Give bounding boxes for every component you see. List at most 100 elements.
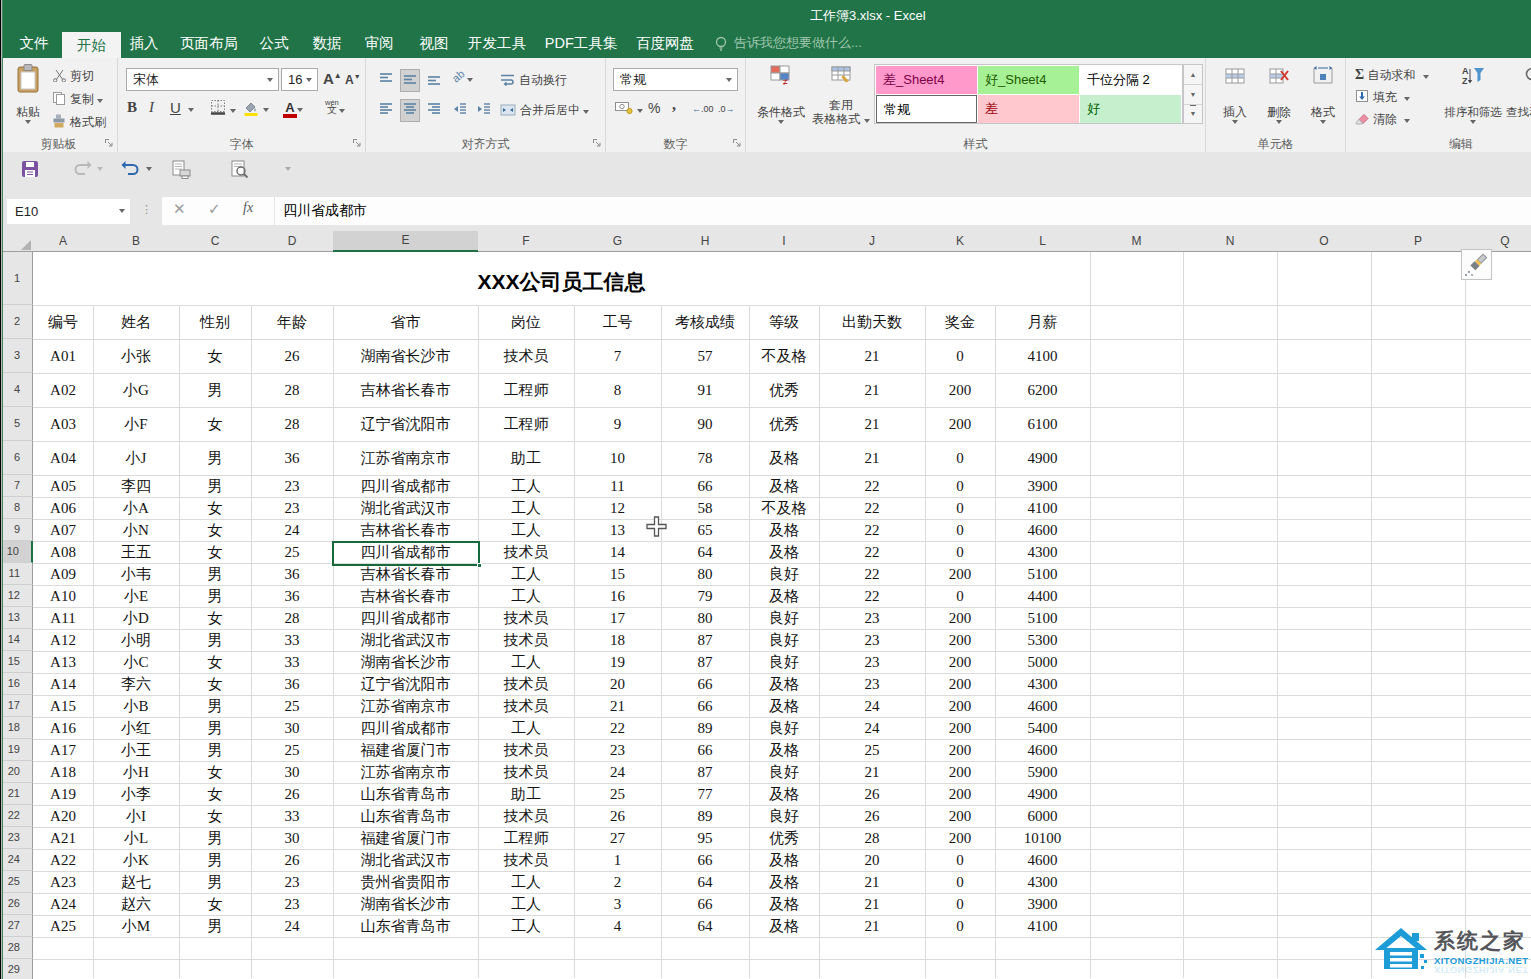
col-header-H[interactable]: H [661,231,749,252]
format-as-table-button[interactable]: 套用表格格式 [812,62,870,128]
header-cell-出勤天数[interactable]: 出勤天数 [819,305,925,339]
cell-E15[interactable]: 湖南省长沙市 [333,651,478,673]
cell-E27[interactable]: 山东省青岛市 [333,915,478,937]
cell-J24[interactable]: 20 [819,849,925,871]
delete-cells-button[interactable]: 删除 [1258,62,1300,128]
cell-L9[interactable]: 4600 [995,519,1090,541]
tab-page-layout[interactable]: 页面布局 [174,28,244,58]
header-cell-等级[interactable]: 等级 [749,305,819,339]
cell-D10[interactable]: 25 [251,541,333,563]
cell-A9[interactable]: A07 [33,519,93,541]
cell-B10[interactable]: 王五 [93,541,179,563]
underline-button[interactable]: U [170,99,181,116]
cell-B9[interactable]: 小N [93,519,179,541]
cell-A25[interactable]: A23 [33,871,93,893]
style-chip-bad-sheet4[interactable]: 差_Sheet4 [876,66,977,94]
cell-F4[interactable]: 工程师 [478,373,574,407]
cell-C19[interactable]: 男 [179,739,251,761]
cell-E20[interactable]: 江苏省南京市 [333,761,478,783]
cell-H25[interactable]: 64 [661,871,749,893]
cell-B21[interactable]: 小李 [93,783,179,805]
row-header-27[interactable]: 27 [0,915,33,937]
cell-L19[interactable]: 4600 [995,739,1090,761]
tab-file[interactable]: 文件 [10,28,58,58]
formula-bar-splitter[interactable]: ⋮ [141,203,152,216]
qat-customize-dropdown[interactable] [285,167,291,171]
cell-K7[interactable]: 0 [925,475,995,497]
cell-I18[interactable]: 良好 [749,717,819,739]
row-header-29[interactable]: 29 [0,959,33,979]
style-chip-good[interactable]: 好 [1080,95,1181,123]
cell-I24[interactable]: 及格 [749,849,819,871]
selected-cell-outline[interactable] [332,541,480,566]
cell-G16[interactable]: 20 [574,673,661,695]
cell-L15[interactable]: 5000 [995,651,1090,673]
cell-A14[interactable]: A12 [33,629,93,651]
cell-H21[interactable]: 77 [661,783,749,805]
col-header-F[interactable]: F [478,231,574,252]
cell-B15[interactable]: 小C [93,651,179,673]
cell-H5[interactable]: 90 [661,407,749,441]
cell-I6[interactable]: 及格 [749,441,819,475]
cell-F18[interactable]: 工人 [478,717,574,739]
find-select-button[interactable]: 查找和选择 [1506,62,1531,128]
grow-font-button[interactable]: A▲ [323,70,342,87]
cell-F15[interactable]: 工人 [478,651,574,673]
cell-E26[interactable]: 湖南省长沙市 [333,893,478,915]
header-cell-月薪[interactable]: 月薪 [995,305,1090,339]
cell-I16[interactable]: 及格 [749,673,819,695]
tab-review[interactable]: 审阅 [355,28,403,58]
cancel-icon[interactable]: ✕ [173,200,186,218]
cell-D26[interactable]: 23 [251,893,333,915]
cell-D17[interactable]: 25 [251,695,333,717]
col-header-N[interactable]: N [1183,231,1277,252]
cell-J11[interactable]: 22 [819,563,925,585]
cell-E19[interactable]: 福建省厦门市 [333,739,478,761]
cell-B18[interactable]: 小红 [93,717,179,739]
cell-D14[interactable]: 33 [251,629,333,651]
cell-C18[interactable]: 男 [179,717,251,739]
cell-E9[interactable]: 吉林省长春市 [333,519,478,541]
cell-F14[interactable]: 技术员 [478,629,574,651]
cell-L7[interactable]: 3900 [995,475,1090,497]
cell-B26[interactable]: 赵六 [93,893,179,915]
cell-G20[interactable]: 24 [574,761,661,783]
cut-button[interactable]: 剪切 [52,67,94,85]
cell-F5[interactable]: 工程师 [478,407,574,441]
row-header-23[interactable]: 23 [0,827,33,849]
col-header-B[interactable]: B [93,231,179,252]
cell-G6[interactable]: 10 [574,441,661,475]
cell-D18[interactable]: 30 [251,717,333,739]
cell-F16[interactable]: 技术员 [478,673,574,695]
cell-C14[interactable]: 男 [179,629,251,651]
col-header-A[interactable]: A [33,231,93,252]
clear-button[interactable]: 清除 [1355,110,1410,128]
cell-L26[interactable]: 3900 [995,893,1090,915]
cell-E7[interactable]: 四川省成都市 [333,475,478,497]
cell-A4[interactable]: A02 [33,373,93,407]
col-header-M[interactable]: M [1090,231,1183,252]
cell-G25[interactable]: 2 [574,871,661,893]
cell-H19[interactable]: 66 [661,739,749,761]
cell-F11[interactable]: 工人 [478,563,574,585]
cell-K5[interactable]: 200 [925,407,995,441]
header-cell-奖金[interactable]: 奖金 [925,305,995,339]
cell-D9[interactable]: 24 [251,519,333,541]
cell-E13[interactable]: 四川省成都市 [333,607,478,629]
undo-button[interactable] [121,160,141,180]
cell-I5[interactable]: 优秀 [749,407,819,441]
cell-F25[interactable]: 工人 [478,871,574,893]
tab-formulas[interactable]: 公式 [250,28,298,58]
cell-F17[interactable]: 技术员 [478,695,574,717]
bold-button[interactable]: B [127,99,137,116]
row-header-5[interactable]: 5 [0,407,33,441]
cell-D5[interactable]: 28 [251,407,333,441]
cell-A8[interactable]: A06 [33,497,93,519]
cell-H11[interactable]: 80 [661,563,749,585]
wrap-text-button[interactable]: 自动换行 [500,71,567,89]
autosum-button[interactable]: Σ 自动求和 [1355,66,1429,84]
cell-A12[interactable]: A10 [33,585,93,607]
cell-L3[interactable]: 4100 [995,339,1090,373]
redo-button[interactable] [72,160,92,180]
alignment-dialog-launcher[interactable] [592,137,602,151]
